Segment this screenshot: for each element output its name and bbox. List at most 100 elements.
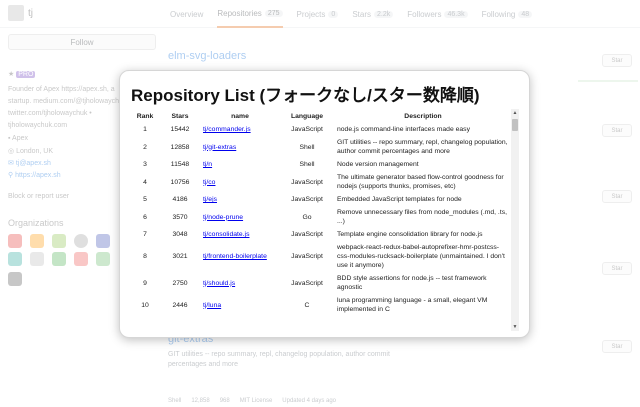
- scrollbar-thumb[interactable]: [512, 119, 518, 131]
- org-icon[interactable]: [8, 252, 22, 266]
- row-stars-cell: 3048: [159, 228, 201, 241]
- repository-table: Rank Stars name Language Description 1 15…: [131, 109, 511, 316]
- row-stars-cell: 4186: [159, 193, 201, 206]
- tab-label: Followers: [407, 9, 442, 19]
- row-language: JavaScript: [291, 279, 323, 287]
- row-name-link[interactable]: tj/ejs: [203, 196, 217, 203]
- row-language-cell: Shell: [279, 158, 335, 171]
- row-description: Remove unnecessary files from node_modul…: [337, 209, 507, 225]
- row-rank-cell: 2: [131, 136, 159, 158]
- table-row: 2 12858 tj/git-extras Shell GIT utilities --…: [131, 136, 511, 158]
- row-rank-cell: 3: [131, 158, 159, 171]
- row-name-link[interactable]: tj/should.js: [203, 280, 235, 287]
- row-stars: 4186: [172, 196, 188, 203]
- tab-followers[interactable]: Followers 46.3k: [407, 0, 468, 28]
- tab-label: Following: [481, 9, 516, 19]
- star-button[interactable]: Star: [602, 262, 632, 275]
- org-icon[interactable]: [52, 252, 66, 266]
- org-icon[interactable]: [8, 272, 22, 286]
- row-name-link[interactable]: tj/git-extras: [203, 144, 236, 151]
- star-button[interactable]: Star: [602, 340, 632, 353]
- table-row: 5 4186 tj/ejs JavaScript Embedded JavaScript…: [131, 193, 511, 206]
- row-stars: 15442: [170, 126, 190, 133]
- tab-stars[interactable]: Stars 2.2k: [352, 0, 394, 28]
- table-scrollbar[interactable]: ▲ ▼: [511, 109, 519, 331]
- star-button[interactable]: Star: [602, 54, 632, 67]
- org-icon[interactable]: [74, 234, 88, 248]
- org-icon[interactable]: [52, 234, 66, 248]
- email-label: tj@apex.sh: [15, 160, 51, 167]
- header-description: Description: [404, 112, 442, 120]
- header-stars: Stars: [171, 112, 189, 120]
- row-rank: 7: [143, 231, 147, 238]
- row-name-link[interactable]: tj/node-prune: [203, 214, 243, 221]
- row-stars: 2750: [172, 279, 188, 287]
- row-name-link[interactable]: tj/n: [203, 161, 212, 168]
- repo-stars[interactable]: 12,858: [191, 398, 209, 404]
- row-description-cell: luna programming language - a small, ele…: [335, 294, 511, 316]
- row-stars-cell: 3570: [159, 206, 201, 228]
- repository-table-container: Rank Stars name Language Description 1 15…: [131, 109, 521, 331]
- scroll-up-arrow-icon[interactable]: ▲: [511, 109, 519, 117]
- tab-projects[interactable]: Projects 0: [297, 0, 339, 28]
- org-icon[interactable]: [8, 234, 22, 248]
- repository-list-modal: Repository List (フォークなし/スター数降順) Rank Sta…: [119, 70, 530, 338]
- avatar[interactable]: [8, 5, 24, 21]
- tab-label: Stars: [352, 9, 371, 19]
- row-stars-cell: 2446: [159, 294, 201, 316]
- website-label: https://apex.sh: [15, 172, 61, 179]
- tab-label: Projects: [296, 9, 326, 19]
- row-description: BDD style assertions for node.js -- test…: [337, 275, 487, 291]
- website-link[interactable]: ⚲ https://apex.sh: [8, 171, 61, 179]
- row-description: node.js command-line interfaces made eas…: [337, 126, 470, 133]
- star-button[interactable]: Star: [602, 190, 632, 203]
- tab-following[interactable]: Following 48: [482, 0, 533, 28]
- org-icon[interactable]: [30, 252, 44, 266]
- star-button[interactable]: Star: [602, 124, 632, 137]
- org-icon[interactable]: [30, 234, 44, 248]
- table-row: 8 3021 tj/frontend-boilerplate JavaScript we…: [131, 241, 511, 272]
- repo-updated: Updated 4 days ago: [282, 398, 337, 404]
- email-link[interactable]: ✉ tj@apex.sh: [8, 159, 51, 167]
- row-name-link[interactable]: tj/luna: [203, 302, 221, 309]
- table-row: 10 2446 tj/luna Cluna programming language …: [131, 294, 511, 316]
- modal-title: Repository List (フォークなし/スター数降順): [131, 86, 480, 105]
- row-name-link-cell: tj/node-prune: [201, 206, 279, 228]
- row-description-cell: BDD style assertions for node.js -- test…: [335, 272, 511, 294]
- row-rank-cell: 4: [131, 171, 159, 193]
- row-name-link-cell: tj/consolidate.js: [201, 228, 279, 241]
- row-rank-cell: 10: [131, 294, 159, 316]
- follow-button[interactable]: Follow: [8, 34, 156, 50]
- repo-forks[interactable]: 968: [220, 398, 230, 404]
- row-stars-cell: 10756: [159, 171, 201, 193]
- table-header-row: Rank Stars name Language Description: [131, 109, 511, 123]
- tab-count: 2.2k: [373, 10, 394, 18]
- location: ◎ London, UK: [8, 148, 54, 155]
- row-name-link[interactable]: tj/frontend-boilerplate: [203, 253, 267, 260]
- row-stars: 2446: [172, 301, 188, 309]
- tab-label: Repositories: [217, 8, 262, 18]
- org-icon[interactable]: [96, 234, 110, 248]
- row-name-link[interactable]: tj/co: [203, 179, 215, 186]
- scroll-down-arrow-icon[interactable]: ▼: [511, 323, 519, 331]
- org-icon[interactable]: [74, 252, 88, 266]
- bio-line: tjholowaychuk.com: [8, 122, 68, 129]
- row-name-link[interactable]: tj/consolidate.js: [203, 231, 249, 238]
- activity-graph: [578, 80, 638, 82]
- repo-link[interactable]: elm-svg-loaders: [168, 50, 246, 62]
- tab-repositories[interactable]: Repositories 275: [217, 0, 283, 28]
- row-language-cell: JavaScript: [279, 228, 335, 241]
- row-language-cell: JavaScript: [279, 193, 335, 206]
- table-row: 4 10756 tj/co JavaScript The ultimate genera…: [131, 171, 511, 193]
- row-description: Template engine consolidation library fo…: [337, 231, 483, 238]
- row-description-cell: webpack-react-redux-babel-autoprefixer-h…: [335, 241, 511, 272]
- row-name-link-cell: tj/commander.js: [201, 123, 279, 136]
- row-stars: 11548: [170, 161, 190, 168]
- row-language: JavaScript: [291, 126, 323, 133]
- tab-overview[interactable]: Overview: [170, 0, 203, 28]
- row-name-link[interactable]: tj/commander.js: [203, 126, 251, 133]
- organizations-title: Organizations: [8, 218, 64, 228]
- block-report-link[interactable]: Block or report user: [8, 193, 69, 200]
- tab-count: 0: [328, 10, 339, 18]
- org-icon[interactable]: [96, 252, 110, 266]
